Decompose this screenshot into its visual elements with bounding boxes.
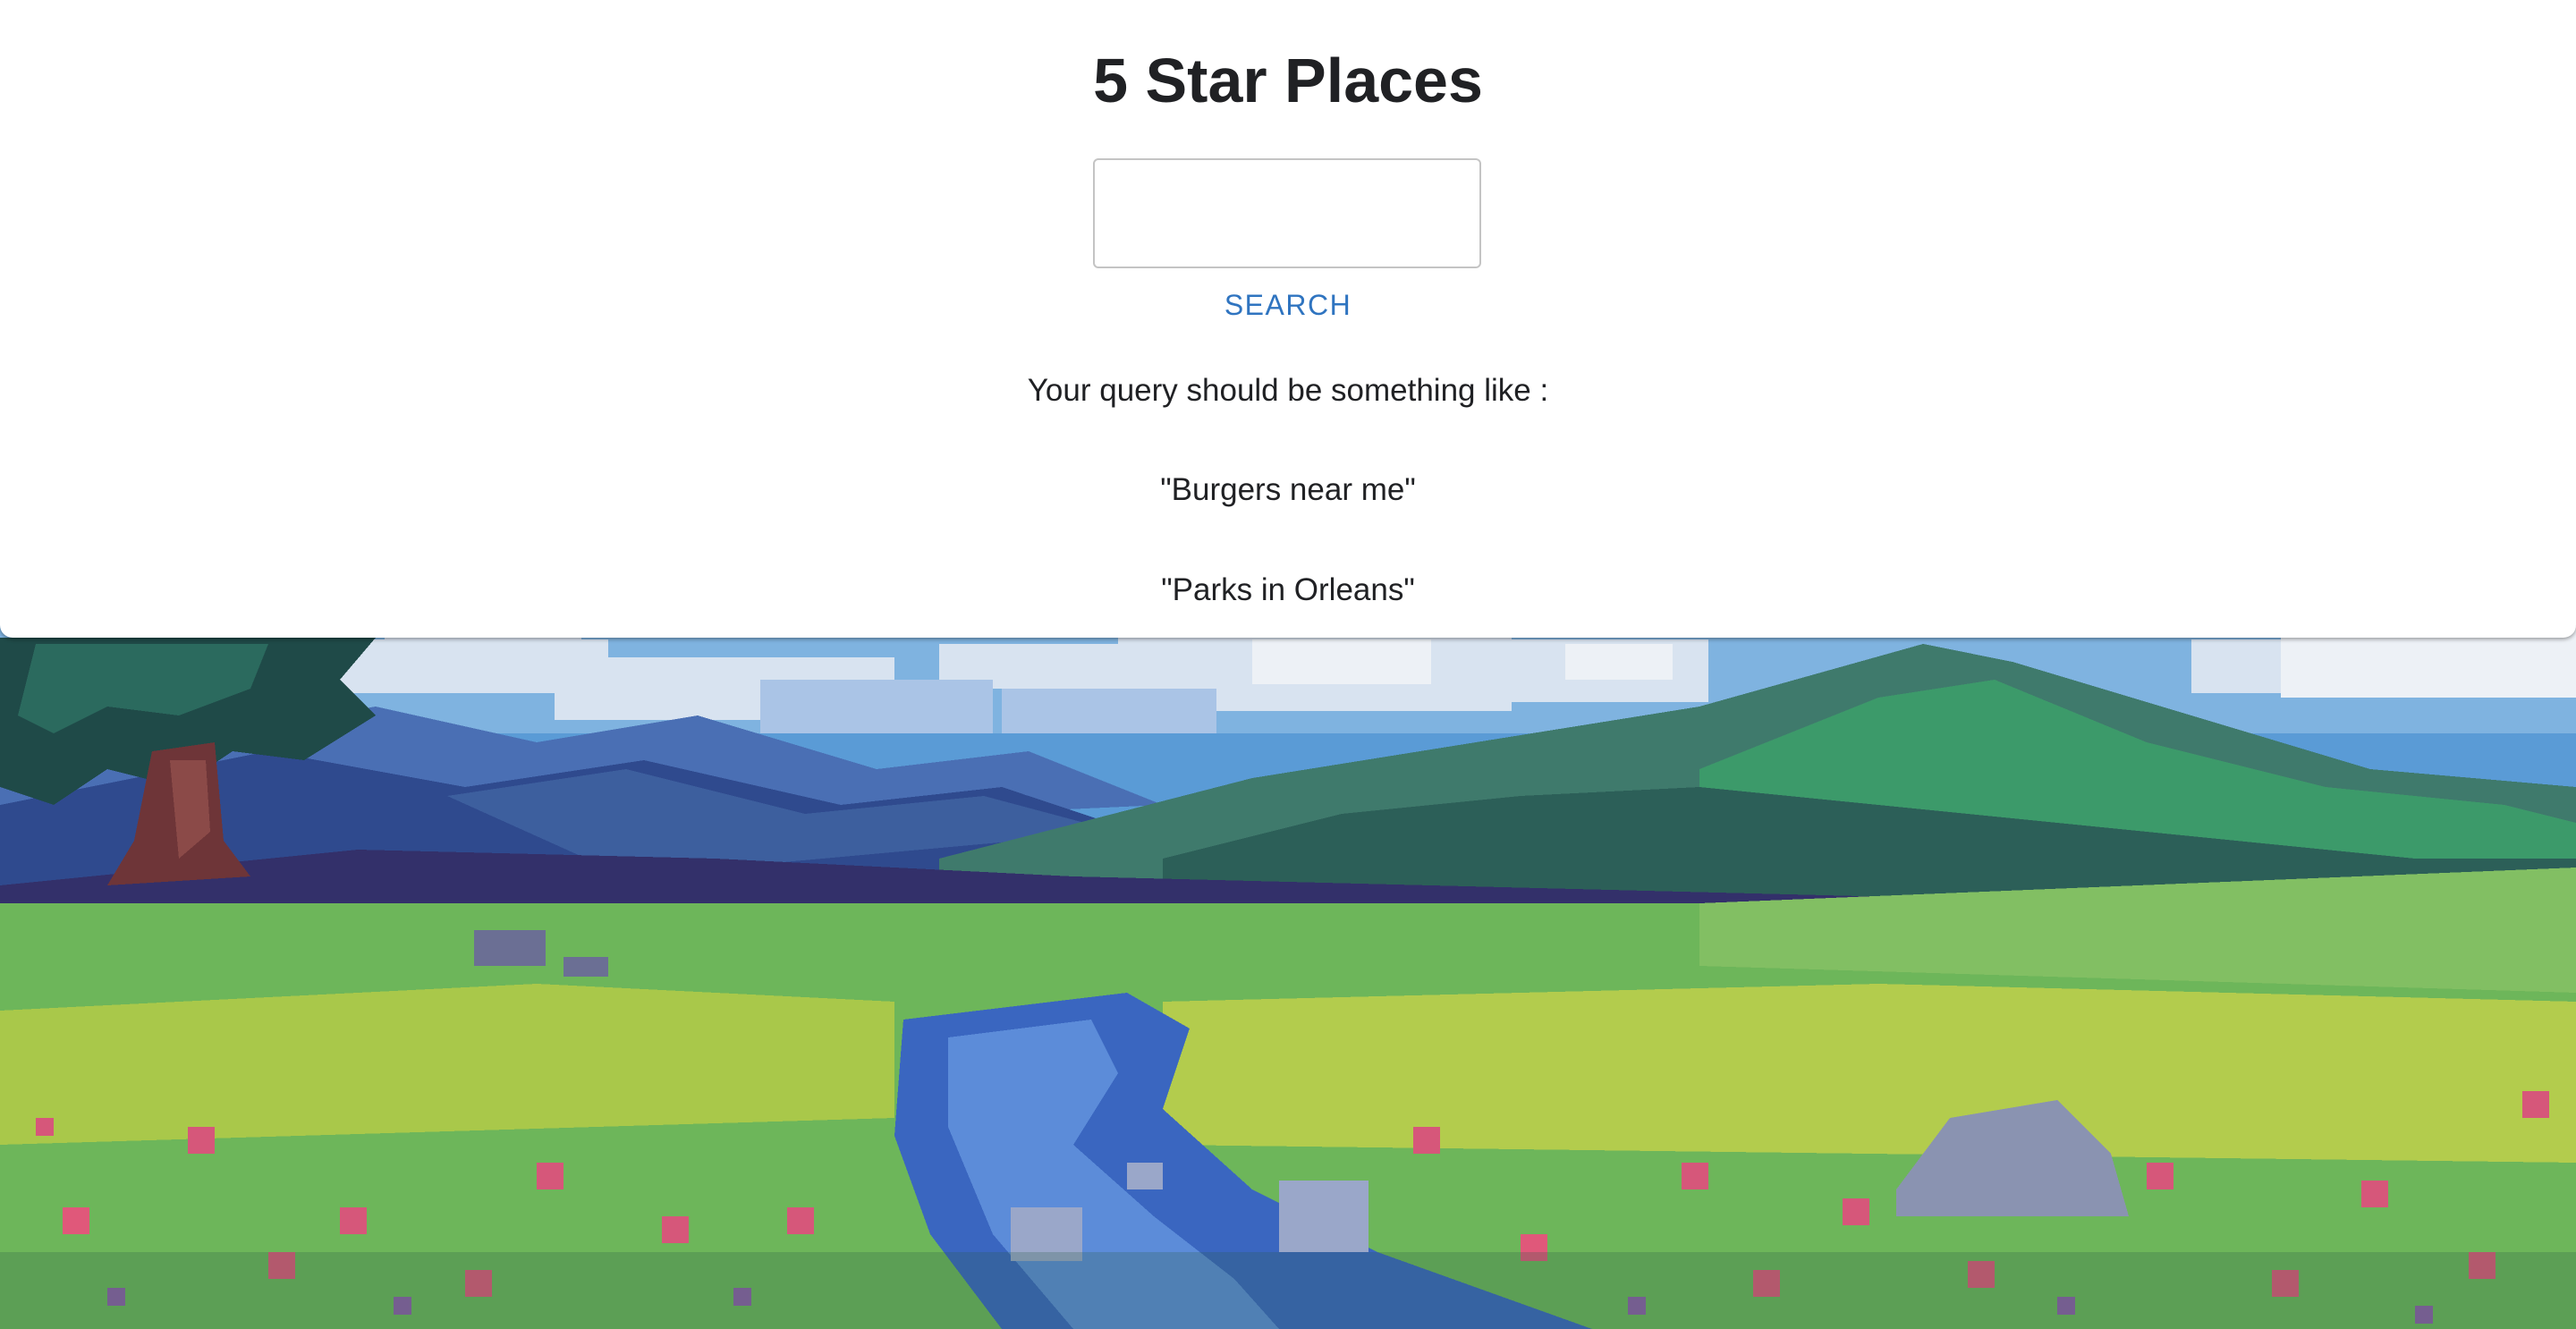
query-example-parks: "Parks in Orleans" [1161, 572, 1415, 607]
search-button[interactable]: SEARCH [1154, 283, 1422, 327]
search-input[interactable] [1093, 158, 1481, 268]
page-title: 5 Star Places [1093, 46, 1483, 115]
search-card: 5 Star Places SEARCH Your query should b… [0, 0, 2576, 638]
query-example-burgers: "Burgers near me" [1160, 472, 1416, 507]
query-hint-text: Your query should be something like : [1027, 373, 1549, 408]
